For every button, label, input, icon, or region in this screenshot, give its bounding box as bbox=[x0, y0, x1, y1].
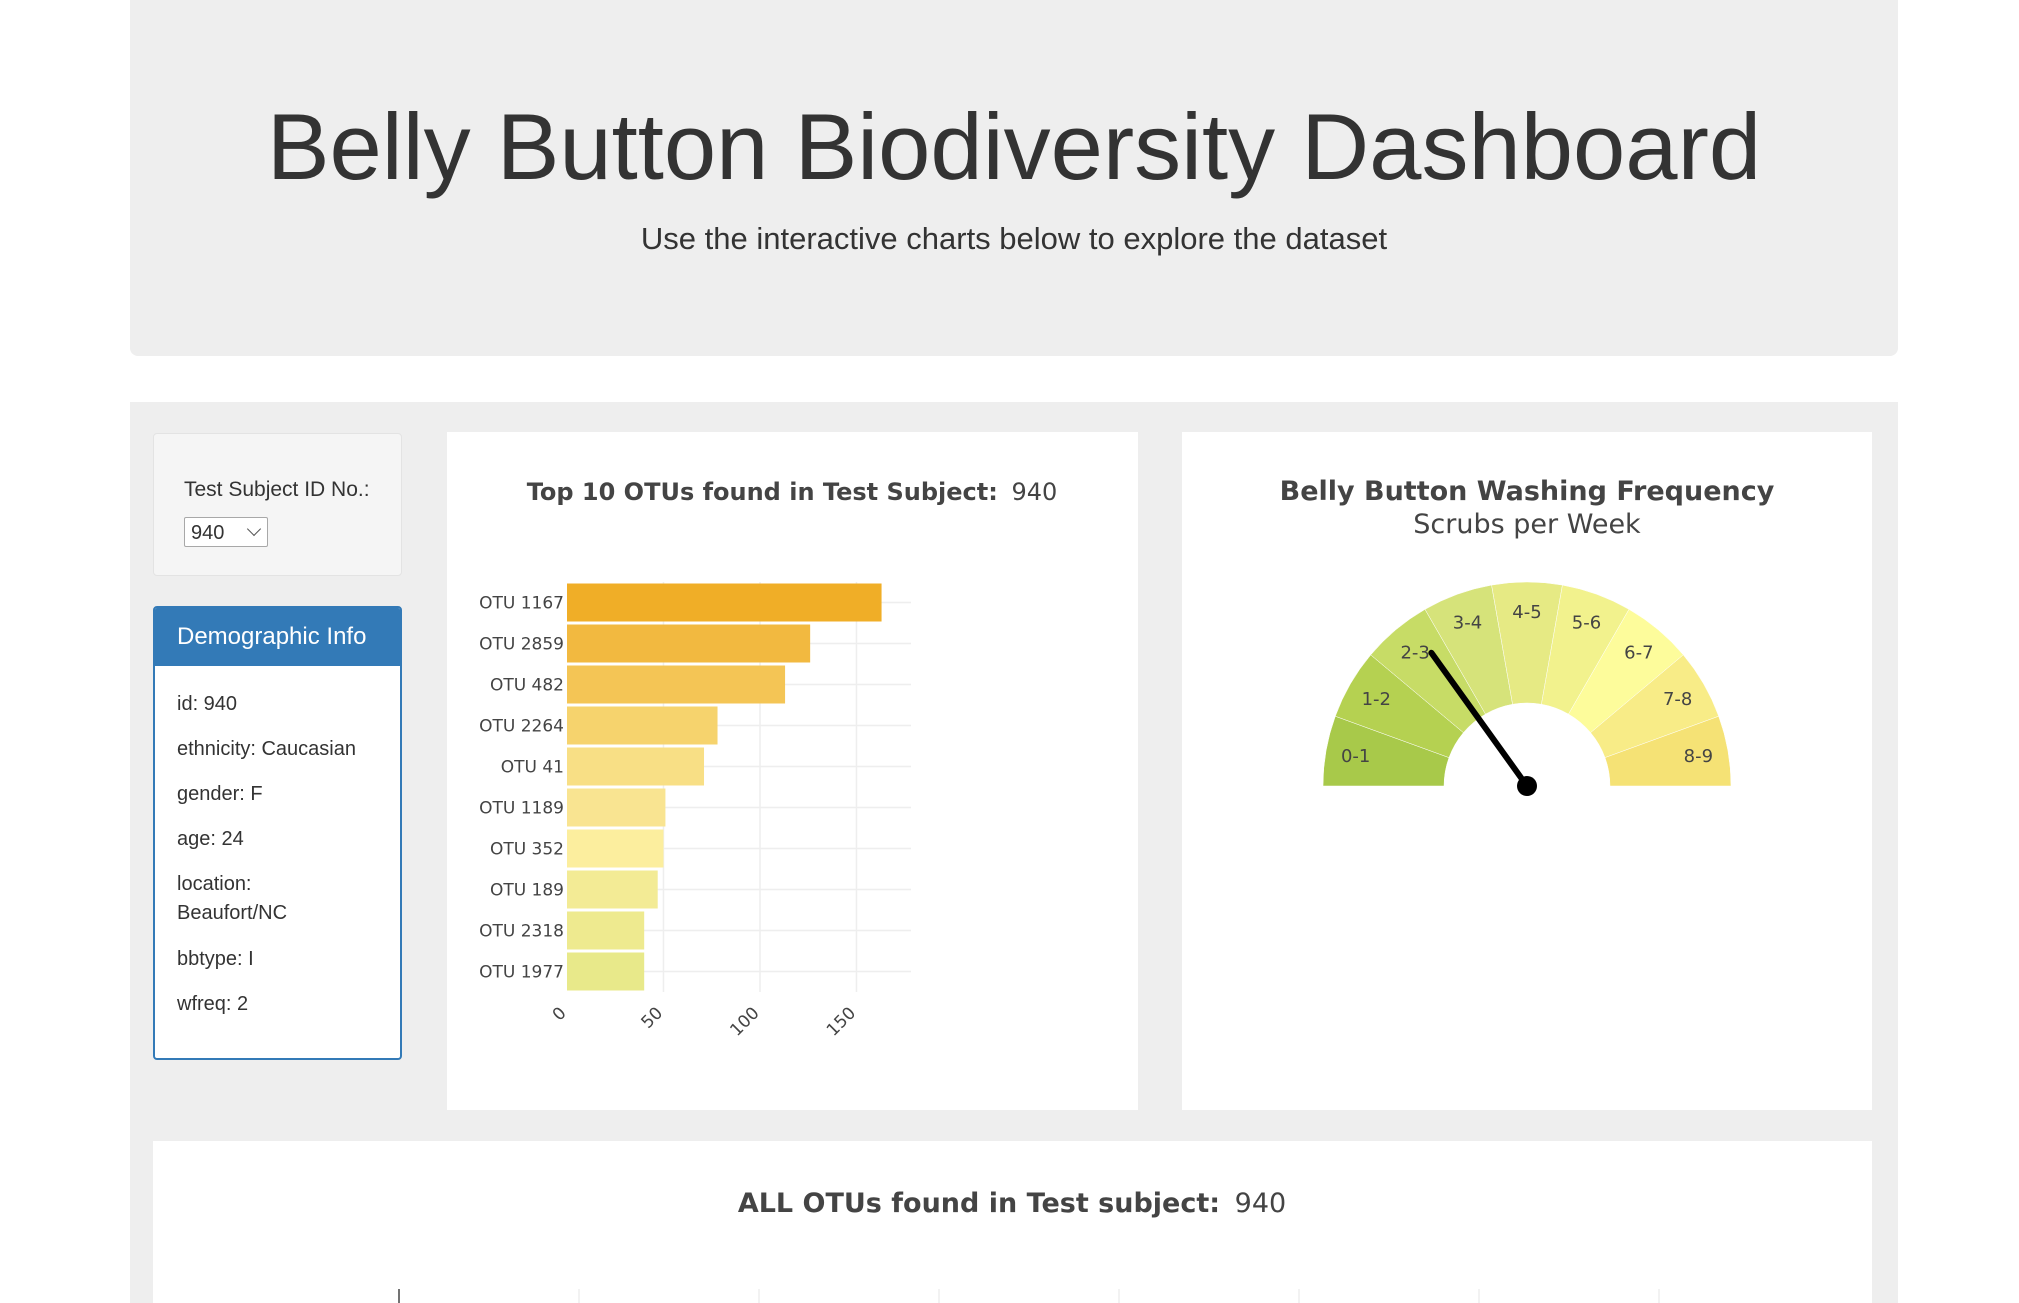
bar-chart: Top 10 OTUs found in Test Subject: 940 O… bbox=[479, 478, 1058, 1040]
y-tick-label: OTU 352 bbox=[490, 840, 564, 860]
page-subtitle: Use the interactive charts below to expl… bbox=[640, 221, 1388, 256]
header-jumbotron: Belly Button Biodiversity Dashboard Use … bbox=[130, 0, 1898, 356]
subject-select-label: Test Subject ID No.: bbox=[184, 478, 370, 501]
gauge-chart-subtitle: Scrubs per Week bbox=[1413, 509, 1641, 540]
demo-row-id: id: 940 bbox=[177, 693, 238, 715]
gauge-step-label: 4-5 bbox=[1512, 602, 1541, 623]
gauge-step-label: 7-8 bbox=[1663, 689, 1692, 710]
bar-otu-352 bbox=[567, 829, 664, 868]
gauge-step-label: 2-3 bbox=[1400, 643, 1429, 664]
demo-row-location-value: Beaufort/NC bbox=[177, 902, 288, 924]
bar-otu-2264 bbox=[567, 706, 718, 745]
bar-otu-1977 bbox=[567, 952, 645, 991]
demo-row-location: location: bbox=[177, 873, 252, 895]
demo-row-bbtype: bbtype: I bbox=[177, 948, 254, 970]
bar-otu-2318 bbox=[567, 911, 645, 950]
page-title: Belly Button Biodiversity Dashboard bbox=[266, 94, 1762, 199]
bubble-chart-title: ALL OTUs found in Test subject: 940 bbox=[738, 1188, 1286, 1219]
bar-otu-1189 bbox=[567, 788, 666, 827]
y-tick-label: OTU 2318 bbox=[479, 922, 564, 942]
bar-otu-1167 bbox=[567, 583, 882, 622]
gauge-chart-title: Belly Button Washing Frequency bbox=[1280, 476, 1775, 507]
gauge-step-label: 0-1 bbox=[1341, 746, 1370, 767]
bubble-chart-card: ALL OTUs found in Test subject: 940 bbox=[153, 1141, 1872, 1303]
bar-otu-189 bbox=[567, 870, 658, 909]
y-tick-label: OTU 2859 bbox=[479, 635, 564, 655]
demo-row-wfreq: wfreq: 2 bbox=[177, 993, 249, 1015]
subject-id-dropdown[interactable]: 940 bbox=[184, 517, 268, 547]
subject-select-panel: Test Subject ID No.: 940 bbox=[153, 433, 402, 576]
demo-row-ethnicity: ethnicity: Caucasian bbox=[177, 738, 356, 760]
gauge-needle-hub bbox=[1517, 776, 1537, 796]
x-tick-label: 150 bbox=[823, 1003, 860, 1040]
demo-row-age: age: 24 bbox=[177, 828, 244, 850]
bubble-chart: ALL OTUs found in Test subject: 940 bbox=[398, 1188, 1660, 1303]
demographic-info-heading: Demographic Info bbox=[155, 608, 400, 666]
y-tick-label: OTU 1167 bbox=[479, 594, 564, 614]
y-tick-label: OTU 1977 bbox=[479, 963, 564, 983]
gauge-step-label: 3-4 bbox=[1453, 612, 1482, 633]
bar-chart-card: Top 10 OTUs found in Test Subject: 940 O… bbox=[447, 432, 1138, 1110]
y-tick-label: OTU 2264 bbox=[479, 717, 564, 737]
gauge-step-label: 8-9 bbox=[1684, 746, 1713, 767]
y-tick-label: OTU 482 bbox=[490, 676, 564, 696]
bar-otu-41 bbox=[567, 747, 705, 786]
gauge-chart-card: Belly Button Washing Frequency Scrubs pe… bbox=[1182, 432, 1872, 1110]
bar-otu-2859 bbox=[567, 624, 811, 663]
y-tick-label: OTU 1189 bbox=[479, 799, 564, 819]
x-tick-label: 0 bbox=[549, 1003, 571, 1025]
gauge-step-label: 6-7 bbox=[1624, 643, 1653, 664]
gauge-step-label: 1-2 bbox=[1362, 689, 1391, 710]
bar-otu-482 bbox=[567, 665, 786, 704]
x-tick-label: 100 bbox=[726, 1003, 763, 1040]
y-tick-label: OTU 189 bbox=[490, 881, 564, 901]
demographic-info-panel: Demographic Info id: 940 ethnicity: Cauc… bbox=[153, 606, 402, 1060]
subject-id-value: 940 bbox=[191, 522, 225, 544]
demo-row-gender: gender: F bbox=[177, 783, 263, 805]
bar-chart-title: Top 10 OTUs found in Test Subject: 940 bbox=[527, 478, 1058, 506]
y-tick-label: OTU 41 bbox=[501, 758, 564, 778]
gauge-chart: Belly Button Washing Frequency Scrubs pe… bbox=[1280, 476, 1775, 796]
gauge-step-label: 5-6 bbox=[1572, 612, 1601, 633]
chevron-down-icon bbox=[246, 521, 262, 537]
x-tick-label: 50 bbox=[638, 1003, 667, 1032]
